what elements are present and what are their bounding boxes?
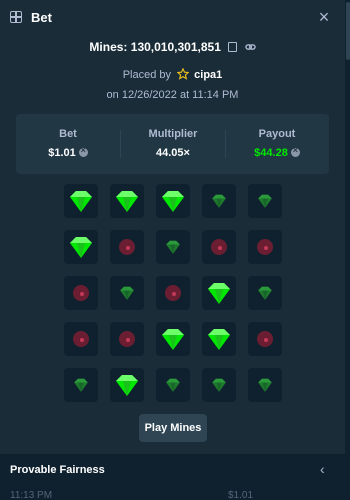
stat-bet-value-row: $1.01 xyxy=(16,145,120,159)
gem-icon xyxy=(208,283,230,304)
mine-tile xyxy=(248,276,282,310)
bet-slip-icon xyxy=(10,11,22,23)
mine-icon xyxy=(119,331,135,347)
mine-tile xyxy=(156,322,190,356)
gem-icon xyxy=(70,191,92,212)
mines-grid xyxy=(64,184,282,404)
username[interactable]: cipa1 xyxy=(194,69,222,81)
mine-tile xyxy=(202,184,236,218)
mine-icon xyxy=(73,285,89,301)
mine-icon xyxy=(257,331,273,347)
mine-tile xyxy=(110,322,144,356)
stat-bet-value: $1.01 xyxy=(48,147,76,159)
mines-label: Mines: xyxy=(89,40,128,54)
stat-payout-label: Payout xyxy=(258,128,296,140)
placed-by-label: Placed by xyxy=(122,69,172,81)
mine-tile xyxy=(64,276,98,310)
mine-icon xyxy=(119,239,135,255)
stat-multiplier: Multiplier 44.05× xyxy=(121,114,225,174)
mine-tile xyxy=(156,276,190,310)
mine-tile xyxy=(202,276,236,310)
stat-multiplier-value: 44.05× xyxy=(156,147,190,159)
history-amount: $1.01 xyxy=(228,490,254,500)
gem-icon xyxy=(208,329,230,350)
gem-icon xyxy=(212,378,226,392)
mine-tile xyxy=(156,368,190,402)
mine-tile xyxy=(202,322,236,356)
mine-icon xyxy=(211,239,227,255)
mine-tile xyxy=(248,184,282,218)
gem-icon xyxy=(70,237,92,258)
provable-fairness-toggle[interactable]: Provable Fairness ‹ xyxy=(0,454,345,486)
stat-payout-value: $44.28 xyxy=(254,147,288,159)
mine-tile xyxy=(64,322,98,356)
scrollbar-thumb[interactable] xyxy=(346,2,350,60)
mine-tile xyxy=(64,184,98,218)
mines-bet-id: Mines: 130,010,301,851 xyxy=(0,40,345,54)
mine-tile xyxy=(110,276,144,310)
mine-icon xyxy=(73,331,89,347)
mine-tile xyxy=(248,368,282,402)
gem-icon xyxy=(116,191,138,212)
bet-stats-panel: Bet $1.01 Multiplier 44.05× Payout $44.2… xyxy=(16,114,329,174)
gem-icon xyxy=(162,191,184,212)
gem-icon xyxy=(212,194,226,208)
mine-tile xyxy=(110,184,144,218)
history-time: 11:13 PM xyxy=(10,490,53,500)
copy-icon[interactable] xyxy=(228,42,238,52)
bet-modal: Bet × Mines: 130,010,301,851 Placed by c… xyxy=(0,0,345,500)
stat-payout-value-row: $44.28 xyxy=(225,145,329,159)
currency-icon xyxy=(290,145,300,157)
gem-icon xyxy=(120,286,134,300)
stat-payout: Payout $44.28 xyxy=(225,114,329,174)
gem-icon xyxy=(166,378,180,392)
gem-icon xyxy=(258,378,272,392)
mine-tile xyxy=(248,230,282,264)
gem-icon xyxy=(258,194,272,208)
modal-title: Bet xyxy=(31,10,52,25)
gem-icon xyxy=(116,375,138,396)
star-icon xyxy=(177,68,190,80)
currency-icon xyxy=(78,145,88,157)
play-mines-button[interactable]: Play Mines xyxy=(139,414,207,442)
mine-tile xyxy=(202,368,236,402)
bet-history-row: 11:13 PM $1.01 xyxy=(0,486,345,500)
scrollbar[interactable] xyxy=(345,0,350,500)
mine-tile xyxy=(110,230,144,264)
link-icon[interactable] xyxy=(244,42,256,52)
mine-tile xyxy=(156,184,190,218)
mine-tile xyxy=(64,368,98,402)
mine-tile xyxy=(64,230,98,264)
gem-icon xyxy=(162,329,184,350)
stat-bet: Bet $1.01 xyxy=(16,114,120,174)
stat-multiplier-label: Multiplier xyxy=(148,128,198,140)
gem-icon xyxy=(166,240,180,254)
mine-tile xyxy=(248,322,282,356)
mine-icon xyxy=(257,239,273,255)
mine-tile xyxy=(202,230,236,264)
bet-id: 130,010,301,851 xyxy=(130,40,221,54)
bet-date: on 12/26/2022 at 11:14 PM xyxy=(106,89,239,101)
mine-tile xyxy=(156,230,190,264)
gem-icon xyxy=(74,378,88,392)
close-icon[interactable]: × xyxy=(316,8,332,26)
stat-bet-label: Bet xyxy=(59,128,77,140)
mine-tile xyxy=(110,368,144,402)
provable-fairness-label: Provable Fairness xyxy=(10,464,105,476)
gem-icon xyxy=(258,286,272,300)
chevron-left-icon: ‹ xyxy=(320,461,325,477)
mine-icon xyxy=(165,285,181,301)
modal-header: Bet × xyxy=(0,0,345,36)
placed-by: Placed by cipa1 xyxy=(0,68,345,81)
